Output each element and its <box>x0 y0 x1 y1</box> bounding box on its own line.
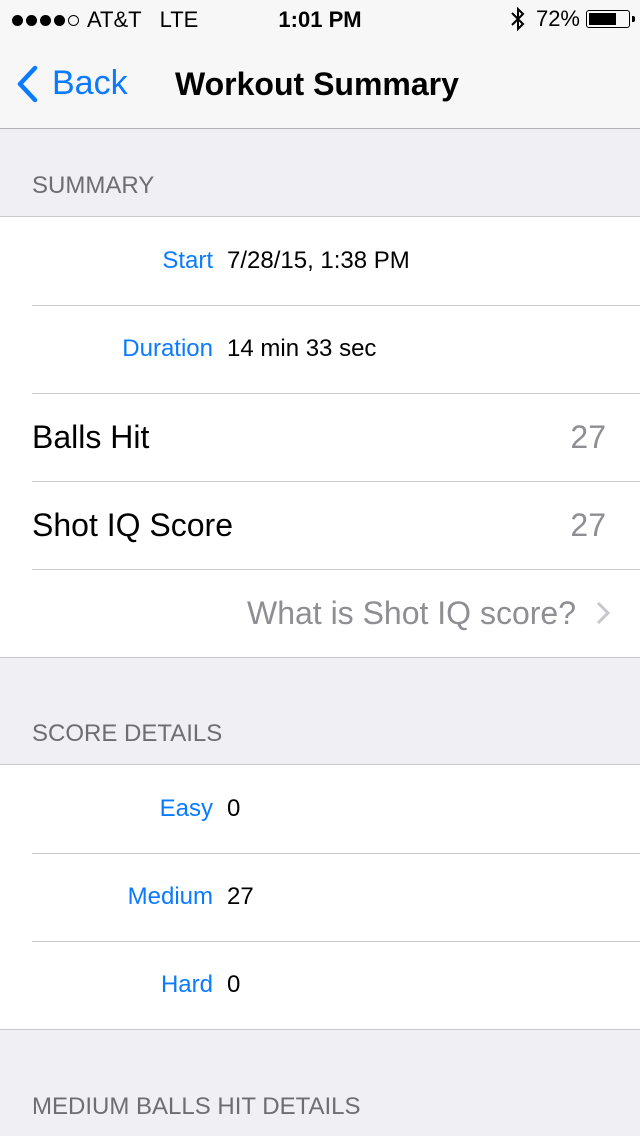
status-bar: AT&T LTE 1:01 PM 72% <box>0 0 640 40</box>
section-header-summary: SUMMARY <box>32 172 155 199</box>
score-details-group: Easy 0 Medium 27 Hard 0 <box>0 764 640 1030</box>
score-value: 27 <box>227 883 254 910</box>
battery-icon <box>586 10 635 28</box>
shot-iq-info-label: What is Shot IQ score? <box>246 594 576 631</box>
battery-nub <box>632 16 635 22</box>
duration-label: Duration <box>122 335 213 362</box>
score-label: Medium <box>127 883 213 910</box>
bluetooth-icon <box>511 6 525 32</box>
balls-hit-value: 27 <box>570 419 606 455</box>
duration-value: 14 min 33 sec <box>227 335 377 362</box>
balls-hit-label: Balls Hit <box>32 419 150 455</box>
section-header-medium-details: MEDIUM BALLS HIT DETAILS <box>32 1093 361 1120</box>
shot-iq-row: Shot IQ Score 27 <box>0 481 640 569</box>
shot-iq-info-link[interactable]: What is Shot IQ score? <box>0 569 640 657</box>
battery-percent: 72% <box>535 6 580 31</box>
back-label: Back <box>52 64 128 102</box>
chevron-left-icon <box>17 65 38 102</box>
score-value: 0 <box>227 795 241 822</box>
score-row-easy: Easy 0 <box>0 765 640 853</box>
start-label: Start <box>162 247 213 274</box>
chevron-right-icon <box>596 601 610 625</box>
score-label: Hard <box>160 971 213 998</box>
navigation-bar: Back Workout Summary <box>0 40 640 129</box>
summary-group: Start 7/28/15, 1:38 PM Duration 14 min 3… <box>0 216 640 658</box>
score-row-hard: Hard 0 <box>0 941 640 1029</box>
shot-iq-label: Shot IQ Score <box>32 507 233 543</box>
page-title: Workout Summary <box>175 66 459 102</box>
score-row-medium: Medium 27 <box>0 853 640 941</box>
shot-iq-value: 27 <box>570 507 606 543</box>
section-header-score-details: SCORE DETAILS <box>32 720 223 747</box>
score-label: Easy <box>159 795 213 822</box>
start-row: Start 7/28/15, 1:38 PM <box>0 217 640 305</box>
duration-row: Duration 14 min 33 sec <box>0 305 640 393</box>
balls-hit-row: Balls Hit 27 <box>0 393 640 481</box>
start-value: 7/28/15, 1:38 PM <box>227 247 410 274</box>
back-button[interactable]: Back <box>16 64 128 103</box>
battery-fill <box>589 13 617 25</box>
score-value: 0 <box>227 971 241 998</box>
